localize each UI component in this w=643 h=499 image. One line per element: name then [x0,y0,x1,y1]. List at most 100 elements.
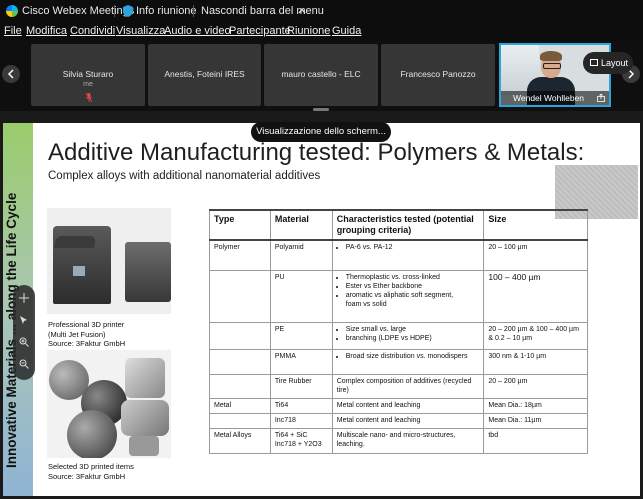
characteristics-cell: Broad size distribution vs. monodispers [331,348,485,375]
items-caption: Selected 3D printed items Source: 3Faktu… [48,462,134,481]
participant-tile[interactable]: Francesco Panozzo [381,44,495,106]
caption-line: Professional 3D printer [48,320,125,329]
slide-subtitle: Complex alloys with additional nanomater… [48,170,321,182]
printer-graphic [125,242,171,302]
characteristics-cell: Complex composition of additives (recycl… [331,373,485,399]
participant-name: mauro castello - ELC [281,69,361,79]
type-cell: Polymer [209,239,271,271]
menu-file[interactable]: File [4,25,22,37]
layout-icon [590,59,598,66]
participant-tile[interactable]: Silvia Sturaro me [31,44,145,106]
column-header: Size [483,209,588,241]
meeting-info-button[interactable]: Info riunione [136,0,197,22]
characteristics-cell: Size small vs. large branching (LDPE vs … [331,321,485,350]
material-cell: PU [269,269,333,323]
app-name: Cisco Webex Meetings [22,5,135,17]
material-cell: PMMA [269,348,333,375]
material-cell: Inc718 [269,412,333,429]
pointer-icon[interactable] [19,315,29,325]
characteristics-cell: PA-6 vs. PA-12 [331,239,485,271]
participant-strip: Silvia Sturaro me Anestis, Foteini IRES … [0,41,643,111]
chevron-left-icon [7,69,14,79]
column-header: Material [269,209,333,241]
type-cell [209,373,271,399]
size-cell: 20 – 100 µm [483,239,588,271]
video-person [543,63,561,69]
caption-line: Source: 3Faktur GmbH [48,339,126,348]
size-cell: Mean Dia.: 11µm [483,412,588,429]
layout-label: Layout [601,58,629,68]
menu-visualizza[interactable]: Visualizza [116,25,165,37]
printed-item [125,358,165,398]
resize-handle[interactable] [313,108,329,111]
caption-line: Source: 3Faktur GmbH [48,471,126,481]
characteristics-cell: Multiscale nano- and micro-structures, l… [331,427,485,454]
table-header-row: Type Material Characteristics tested (po… [209,209,588,241]
menu-riunione[interactable]: Riunione [287,25,330,37]
type-cell: Metal Alloys [209,427,271,454]
column-header: Type [209,209,271,241]
type-cell: Metal [209,397,271,414]
material-cell: Ti64 [269,397,333,414]
menu-condividi[interactable]: Condividi [70,25,115,37]
layout-button[interactable]: Layout [583,52,633,74]
table-row: PU Thermoplastic vs. cross-linked Ester … [209,269,588,323]
size-cell: Mean Dia.: 18µm [483,397,588,414]
size-cell: 20 – 200 µm & 100 – 400 µm & 0.2 – 10 µm [483,321,588,350]
printer-caption: Professional 3D printer (Multi Jet Fusio… [48,320,125,349]
table-row: Metal Ti64 Metal content and leaching Me… [209,397,588,414]
table-row: PE Size small vs. large branching (LDPE … [209,321,588,350]
table-row: Metal Alloys Ti64 + SiC Inc718 + Y2O3 Mu… [209,427,588,454]
zoom-out-icon[interactable] [19,359,29,369]
previous-participants-button[interactable] [2,65,20,83]
characteristic: Ester vs Ether backbone [346,282,480,291]
material-cell: Polyamid [269,239,333,271]
active-speaker-name: Wendel Wohlleben [501,91,609,105]
characteristic: Broad size distribution vs. monodispers [346,352,480,361]
menu-modifica[interactable]: Modifica [26,25,67,37]
menu-audio-video[interactable]: Audio e video [164,25,231,37]
title-bar: Cisco Webex Meetings Info riunione Nasco… [0,0,643,22]
slide-title: Additive Manufacturing tested: Polymers … [48,139,585,166]
shield-icon [123,5,133,17]
chevron-up-icon[interactable] [298,8,306,14]
size-cell: tbd [483,427,588,454]
participant-name: Francesco Panozzo [400,69,476,79]
size-cell: 20 – 200 µm [483,373,588,399]
printer-graphic [53,236,97,248]
move-icon[interactable] [19,293,29,303]
printed-item [129,436,159,456]
participant-tile[interactable]: Anestis, Foteini IRES [148,44,261,106]
participant-tile[interactable]: mauro castello - ELC [264,44,378,106]
material-cell: PE [269,321,333,350]
menu-guida[interactable]: Guida [332,25,361,37]
type-cell [209,269,271,323]
characteristics-cell: Metal content and leaching [331,412,485,429]
type-cell [209,321,271,350]
participant-name: Silvia Sturaro [62,69,114,79]
characteristic: Size small vs. large [346,325,480,334]
viewing-share-label[interactable]: Visualizzazione dello scherm... [251,122,391,142]
size-cell: 100 – 400 µm [483,269,588,323]
share-icon[interactable] [597,94,605,102]
type-cell [209,348,271,375]
menu-bar: File Modifica Condividi Visualizza Audio… [0,22,643,41]
caption-line: (Multi Jet Fusion) [48,329,106,339]
table-row: Polymer Polyamid PA-6 vs. PA-12 20 – 100… [209,239,588,271]
size-cell: 300 nm & 1-10 µm [483,348,588,375]
participant-name: Anestis, Foteini IRES [164,69,245,79]
table-row: Inc718 Metal content and leaching Mean D… [209,412,588,429]
webex-logo-icon [6,5,18,17]
menu-partecipante[interactable]: Partecipante [229,25,291,37]
separator [114,5,115,17]
printer-graphic [73,266,85,276]
characteristic: Thermoplastic vs. cross-linked [346,273,480,282]
zoom-in-icon[interactable] [19,337,29,347]
muted-mic-icon [86,93,92,102]
printed-item [67,410,117,458]
printed-items-photo [47,350,171,458]
table-row: PMMA Broad size distribution vs. monodis… [209,348,588,375]
printer-photo [47,208,171,314]
printer-graphic [53,226,111,304]
participant-sub: me [83,81,93,88]
